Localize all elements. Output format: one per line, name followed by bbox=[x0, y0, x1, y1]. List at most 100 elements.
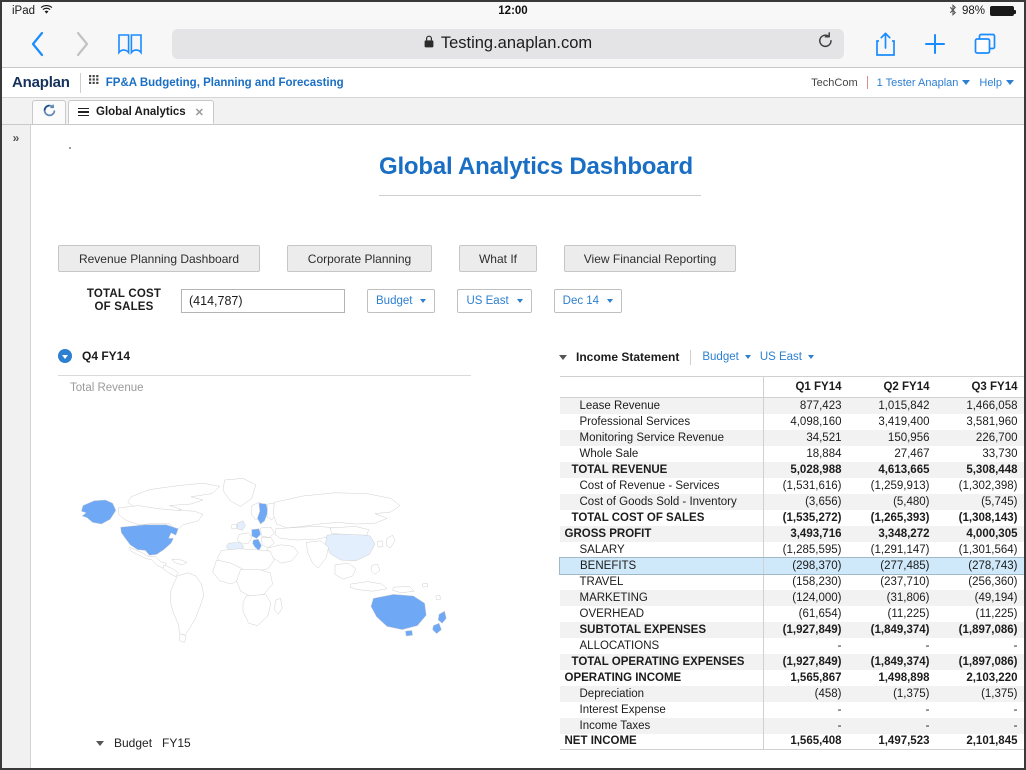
row-value[interactable]: (158,230) bbox=[764, 574, 852, 590]
row-value[interactable]: 1,498,898 bbox=[852, 670, 940, 686]
table-row[interactable]: Professional Services4,098,1603,419,4003… bbox=[560, 414, 1026, 430]
row-value[interactable]: (5,745) bbox=[940, 494, 1026, 510]
table-row[interactable]: OPERATING INCOME1,565,8671,498,8982,103,… bbox=[560, 670, 1026, 686]
row-value[interactable]: - bbox=[940, 638, 1026, 654]
reload-icon[interactable] bbox=[817, 32, 834, 55]
income-statement-version-selector[interactable]: Budget bbox=[702, 351, 750, 363]
table-row[interactable]: Depreciation(458)(1,375)(1,375) bbox=[560, 686, 1026, 702]
back-button[interactable] bbox=[16, 24, 60, 64]
row-value[interactable]: - bbox=[852, 702, 940, 718]
column-header-q1[interactable]: Q1 FY14 bbox=[764, 377, 852, 398]
version-selector[interactable]: Budget bbox=[367, 289, 435, 313]
row-value[interactable]: (11,225) bbox=[852, 606, 940, 622]
table-row[interactable]: GROSS PROFIT3,493,7163,348,2724,000,305 bbox=[560, 526, 1026, 542]
row-value[interactable]: - bbox=[852, 638, 940, 654]
row-value[interactable]: (1,285,595) bbox=[764, 542, 852, 558]
row-value[interactable]: 1,015,842 bbox=[852, 398, 940, 414]
table-row[interactable]: TOTAL OPERATING EXPENSES(1,927,849)(1,84… bbox=[560, 654, 1026, 670]
row-value[interactable]: (1,308,143) bbox=[940, 510, 1026, 526]
table-row[interactable]: TOTAL REVENUE5,028,9884,613,6655,308,448 bbox=[560, 462, 1026, 478]
row-value[interactable]: 4,000,305 bbox=[940, 526, 1026, 542]
row-value[interactable]: (256,360) bbox=[940, 574, 1026, 590]
table-row[interactable]: Cost of Goods Sold - Inventory(3,656)(5,… bbox=[560, 494, 1026, 510]
table-row[interactable]: Monitoring Service Revenue34,521150,9562… bbox=[560, 430, 1026, 446]
row-value[interactable]: 3,348,272 bbox=[852, 526, 940, 542]
row-value[interactable]: (1,927,849) bbox=[764, 654, 852, 670]
forward-button[interactable] bbox=[60, 24, 104, 64]
row-value[interactable]: (61,654) bbox=[764, 606, 852, 622]
bookmarks-button[interactable] bbox=[104, 24, 156, 64]
row-value[interactable]: (458) bbox=[764, 686, 852, 702]
table-row[interactable]: Whole Sale18,88427,46733,730 bbox=[560, 446, 1026, 462]
table-row[interactable]: NET INCOME1,565,4081,497,5232,101,845 bbox=[560, 734, 1026, 750]
row-value[interactable]: 3,581,960 bbox=[940, 414, 1026, 430]
collapse-circle-icon[interactable] bbox=[58, 349, 72, 363]
income-statement-table[interactable]: Q1 FY14 Q2 FY14 Q3 FY14 Lease Revenue877… bbox=[559, 376, 1026, 750]
world-map-chart[interactable] bbox=[71, 447, 471, 689]
anaplan-logo[interactable]: Anaplan bbox=[12, 74, 80, 91]
row-value[interactable]: (1,927,849) bbox=[764, 622, 852, 638]
view-financial-reporting-button[interactable]: View Financial Reporting bbox=[564, 245, 736, 272]
close-x-icon[interactable]: ✕ bbox=[195, 106, 204, 119]
row-value[interactable]: 33,730 bbox=[940, 446, 1026, 462]
row-value[interactable]: - bbox=[764, 718, 852, 734]
income-statement-region-selector[interactable]: US East bbox=[760, 351, 814, 363]
row-value[interactable]: - bbox=[940, 702, 1026, 718]
tabs-button[interactable] bbox=[960, 24, 1010, 64]
row-value[interactable]: 1,565,408 bbox=[764, 734, 852, 750]
row-value[interactable]: 5,308,448 bbox=[940, 462, 1026, 478]
row-value[interactable]: 226,700 bbox=[940, 430, 1026, 446]
tab-global-analytics[interactable]: Global Analytics ✕ bbox=[68, 100, 214, 124]
row-value[interactable]: 34,521 bbox=[764, 430, 852, 446]
table-row[interactable]: ALLOCATIONS--- bbox=[560, 638, 1026, 654]
row-value[interactable]: (1,849,374) bbox=[852, 622, 940, 638]
row-value[interactable]: (298,370) bbox=[764, 558, 852, 574]
row-value[interactable]: (1,375) bbox=[940, 686, 1026, 702]
period-selector[interactable]: Dec 14 bbox=[554, 289, 622, 313]
row-value[interactable]: 3,493,716 bbox=[764, 526, 852, 542]
row-value[interactable]: 877,423 bbox=[764, 398, 852, 414]
row-value[interactable]: (31,806) bbox=[852, 590, 940, 606]
row-value[interactable]: (1,291,147) bbox=[852, 542, 940, 558]
table-row[interactable]: Income Taxes--- bbox=[560, 718, 1026, 734]
row-value[interactable]: 1,565,867 bbox=[764, 670, 852, 686]
chevron-down-icon[interactable] bbox=[96, 741, 104, 746]
row-value[interactable]: 2,103,220 bbox=[940, 670, 1026, 686]
row-value[interactable]: (1,259,913) bbox=[852, 478, 940, 494]
table-row[interactable]: OVERHEAD(61,654)(11,225)(11,225) bbox=[560, 606, 1026, 622]
row-value[interactable]: 1,466,058 bbox=[940, 398, 1026, 414]
user-menu[interactable]: 1 Tester Anaplan bbox=[877, 77, 971, 89]
refresh-button[interactable] bbox=[32, 100, 66, 124]
url-bar[interactable]: Testing.anaplan.com bbox=[172, 29, 844, 59]
row-value[interactable]: (1,531,616) bbox=[764, 478, 852, 494]
table-row[interactable]: Interest Expense--- bbox=[560, 702, 1026, 718]
row-value[interactable]: (1,302,398) bbox=[940, 478, 1026, 494]
row-value[interactable]: (49,194) bbox=[940, 590, 1026, 606]
table-row[interactable]: SALARY(1,285,595)(1,291,147)(1,301,564) bbox=[560, 542, 1026, 558]
model-selector[interactable]: FP&A Budgeting, Planning and Forecasting bbox=[89, 75, 344, 90]
row-value[interactable]: 1,497,523 bbox=[852, 734, 940, 750]
collapsed-sidebar[interactable]: » bbox=[2, 125, 31, 770]
row-value[interactable]: 4,613,665 bbox=[852, 462, 940, 478]
row-value[interactable]: - bbox=[764, 702, 852, 718]
row-value[interactable]: - bbox=[940, 718, 1026, 734]
table-row[interactable]: Lease Revenue877,4231,015,8421,466,058 bbox=[560, 398, 1026, 414]
row-value[interactable]: (1,897,086) bbox=[940, 654, 1026, 670]
share-button[interactable] bbox=[860, 24, 910, 64]
row-value[interactable]: 2,101,845 bbox=[940, 734, 1026, 750]
table-row[interactable]: TRAVEL(158,230)(237,710)(256,360) bbox=[560, 574, 1026, 590]
row-value[interactable]: (237,710) bbox=[852, 574, 940, 590]
help-menu[interactable]: Help bbox=[979, 77, 1014, 89]
total-cost-of-sales-input[interactable]: (414,787) bbox=[181, 289, 345, 313]
row-value[interactable]: (1,265,393) bbox=[852, 510, 940, 526]
table-row[interactable]: MARKETING(124,000)(31,806)(49,194) bbox=[560, 590, 1026, 606]
row-value[interactable]: 5,028,988 bbox=[764, 462, 852, 478]
row-value[interactable]: (277,485) bbox=[852, 558, 940, 574]
row-value[interactable]: 18,884 bbox=[764, 446, 852, 462]
row-value[interactable]: 4,098,160 bbox=[764, 414, 852, 430]
row-value[interactable]: (1,535,272) bbox=[764, 510, 852, 526]
table-row[interactable]: BENEFITS(298,370)(277,485)(278,743) bbox=[560, 558, 1026, 574]
row-value[interactable]: (1,375) bbox=[852, 686, 940, 702]
table-row[interactable]: TOTAL COST OF SALES(1,535,272)(1,265,393… bbox=[560, 510, 1026, 526]
table-row[interactable]: SUBTOTAL EXPENSES(1,927,849)(1,849,374)(… bbox=[560, 622, 1026, 638]
